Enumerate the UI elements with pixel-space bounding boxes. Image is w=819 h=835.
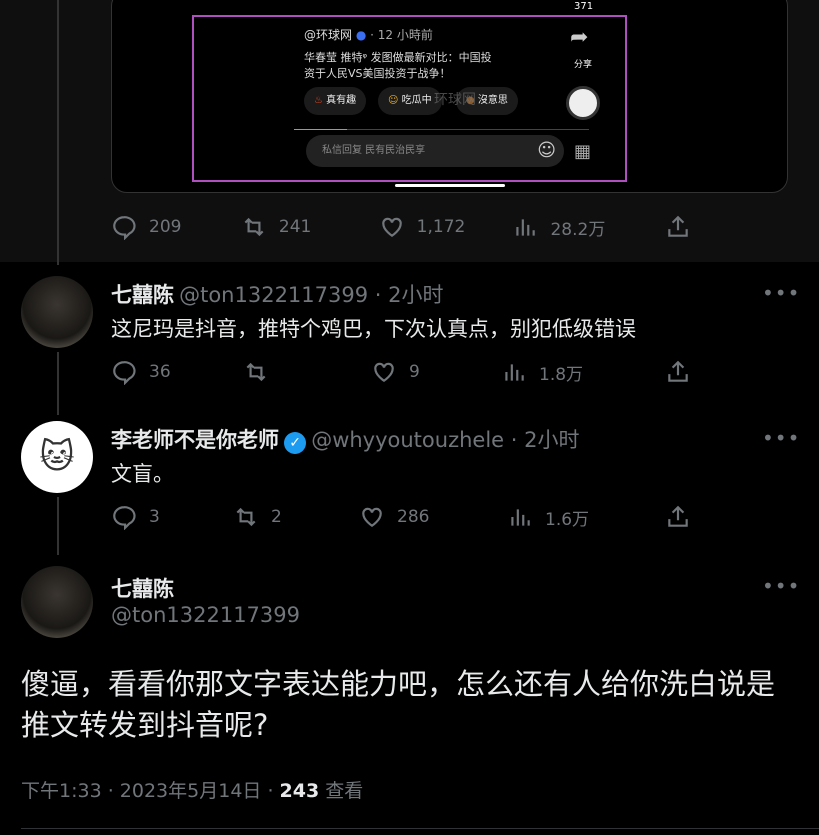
reply-button[interactable]: 209 [111, 214, 241, 240]
share-icon [668, 360, 688, 382]
thread-line [57, 0, 59, 265]
display-name[interactable]: 李老师不是你老师 [111, 428, 279, 452]
embed-account: @环球网 [304, 28, 353, 42]
chip[interactable]: ☺ 吃瓜中 [378, 87, 442, 115]
home-indicator [395, 184, 505, 187]
handle[interactable]: @ton1322117399 [111, 603, 300, 627]
embed-time: · 12 小時前 [370, 28, 433, 42]
emoji-icon: ☺ [537, 140, 556, 161]
share-icon[interactable]: ➦ [570, 25, 588, 50]
retweet-icon [244, 217, 264, 237]
share-button[interactable] [665, 504, 691, 530]
reply-button[interactable]: 36 [111, 359, 243, 385]
retweet-button[interactable]: 2 [233, 504, 359, 530]
avatar[interactable] [21, 566, 93, 638]
display-name[interactable]: 七囍陈 [111, 573, 174, 603]
views-button[interactable]: 28.2万 [512, 214, 665, 240]
embed-text: 资于人民VS美国投资于战争！ [304, 67, 451, 80]
thread-line [57, 497, 59, 555]
reply-actions: 3 2 286 1.6万 [111, 504, 691, 530]
view-count: 243 [279, 780, 320, 802]
like-count: 371 [574, 1, 594, 12]
reply-icon [113, 216, 136, 240]
share-icon [668, 505, 688, 527]
grid-icon[interactable]: ▦ [574, 141, 591, 162]
like-button[interactable]: 286 [359, 504, 507, 530]
embed-text: 华春莹 推特ᵠ 发图做最新对比：中国投 [304, 51, 492, 64]
share-button[interactable] [665, 359, 691, 385]
handle[interactable]: @whyyoutouzhele · 2小时 [311, 428, 579, 452]
views-icon [511, 509, 530, 526]
share-button[interactable] [665, 214, 691, 240]
timestamp[interactable]: 下午1:33 · 2023年5月14日 · [21, 780, 280, 802]
heart-icon [374, 362, 394, 382]
chip[interactable]: ♨ 真有趣 [304, 87, 367, 115]
heart-icon [381, 217, 402, 237]
reply-icon [113, 361, 136, 385]
more-icon[interactable]: ••• [762, 574, 800, 598]
tweet-text: 这尼玛是抖音，推特个鸡巴，下次认真点，别犯低级错误 [111, 317, 636, 341]
retweet-button[interactable] [243, 359, 371, 385]
display-name[interactable]: 七囍陈 [111, 283, 174, 307]
retweet-icon [236, 507, 256, 527]
tweet-text: 傻逼，看看你那文字表达能力吧，怎么还有人给你洗白说是推文转发到抖音呢? [21, 667, 776, 742]
avatar[interactable] [21, 276, 93, 348]
tweet-text: 文盲。 [111, 462, 174, 486]
views-label: 查看 [319, 780, 364, 802]
like-button[interactable]: 1,172 [379, 214, 513, 240]
music-disc-icon[interactable] [566, 86, 600, 120]
like-button[interactable]: 9 [371, 359, 501, 385]
views-button[interactable]: 1.8万 [501, 359, 665, 385]
divider [21, 828, 819, 829]
reply-button[interactable]: 3 [111, 504, 233, 530]
watermark: 环球网 [434, 92, 476, 108]
more-icon[interactable]: ••• [762, 426, 800, 450]
reply-icon [113, 506, 136, 530]
thread-line [57, 352, 59, 415]
share-label: 分享 [574, 60, 593, 70]
message-input[interactable]: 私信回复 民有民治民享 ☺ [306, 135, 564, 167]
retweet-icon [246, 362, 266, 382]
avatar[interactable]: 🐱 [21, 421, 93, 493]
views-icon [505, 364, 524, 381]
handle[interactable]: @ton1322117399 · 2小时 [179, 283, 443, 307]
more-icon[interactable]: ••• [762, 281, 800, 305]
tweet-meta: 下午1:33 · 2023年5月14日 · 243 查看 [21, 776, 363, 803]
views-button[interactable]: 1.6万 [507, 504, 665, 530]
retweet-button[interactable]: 241 [241, 214, 379, 240]
verified-icon: ✓ [284, 431, 307, 454]
main-actions: 209 241 1,172 28.2万 [111, 214, 691, 240]
views-icon [516, 219, 536, 236]
share-icon [668, 215, 688, 237]
verified-icon: ● [355, 28, 367, 42]
reply-actions: 36 9 1.8万 [111, 359, 691, 385]
heart-icon [362, 507, 382, 527]
video-embed[interactable]: @环球网 ● · 12 小時前 华春莹 推特ᵠ 发图做最新对比：中国投 资于人民… [192, 15, 627, 182]
progress-bar[interactable] [294, 129, 589, 130]
